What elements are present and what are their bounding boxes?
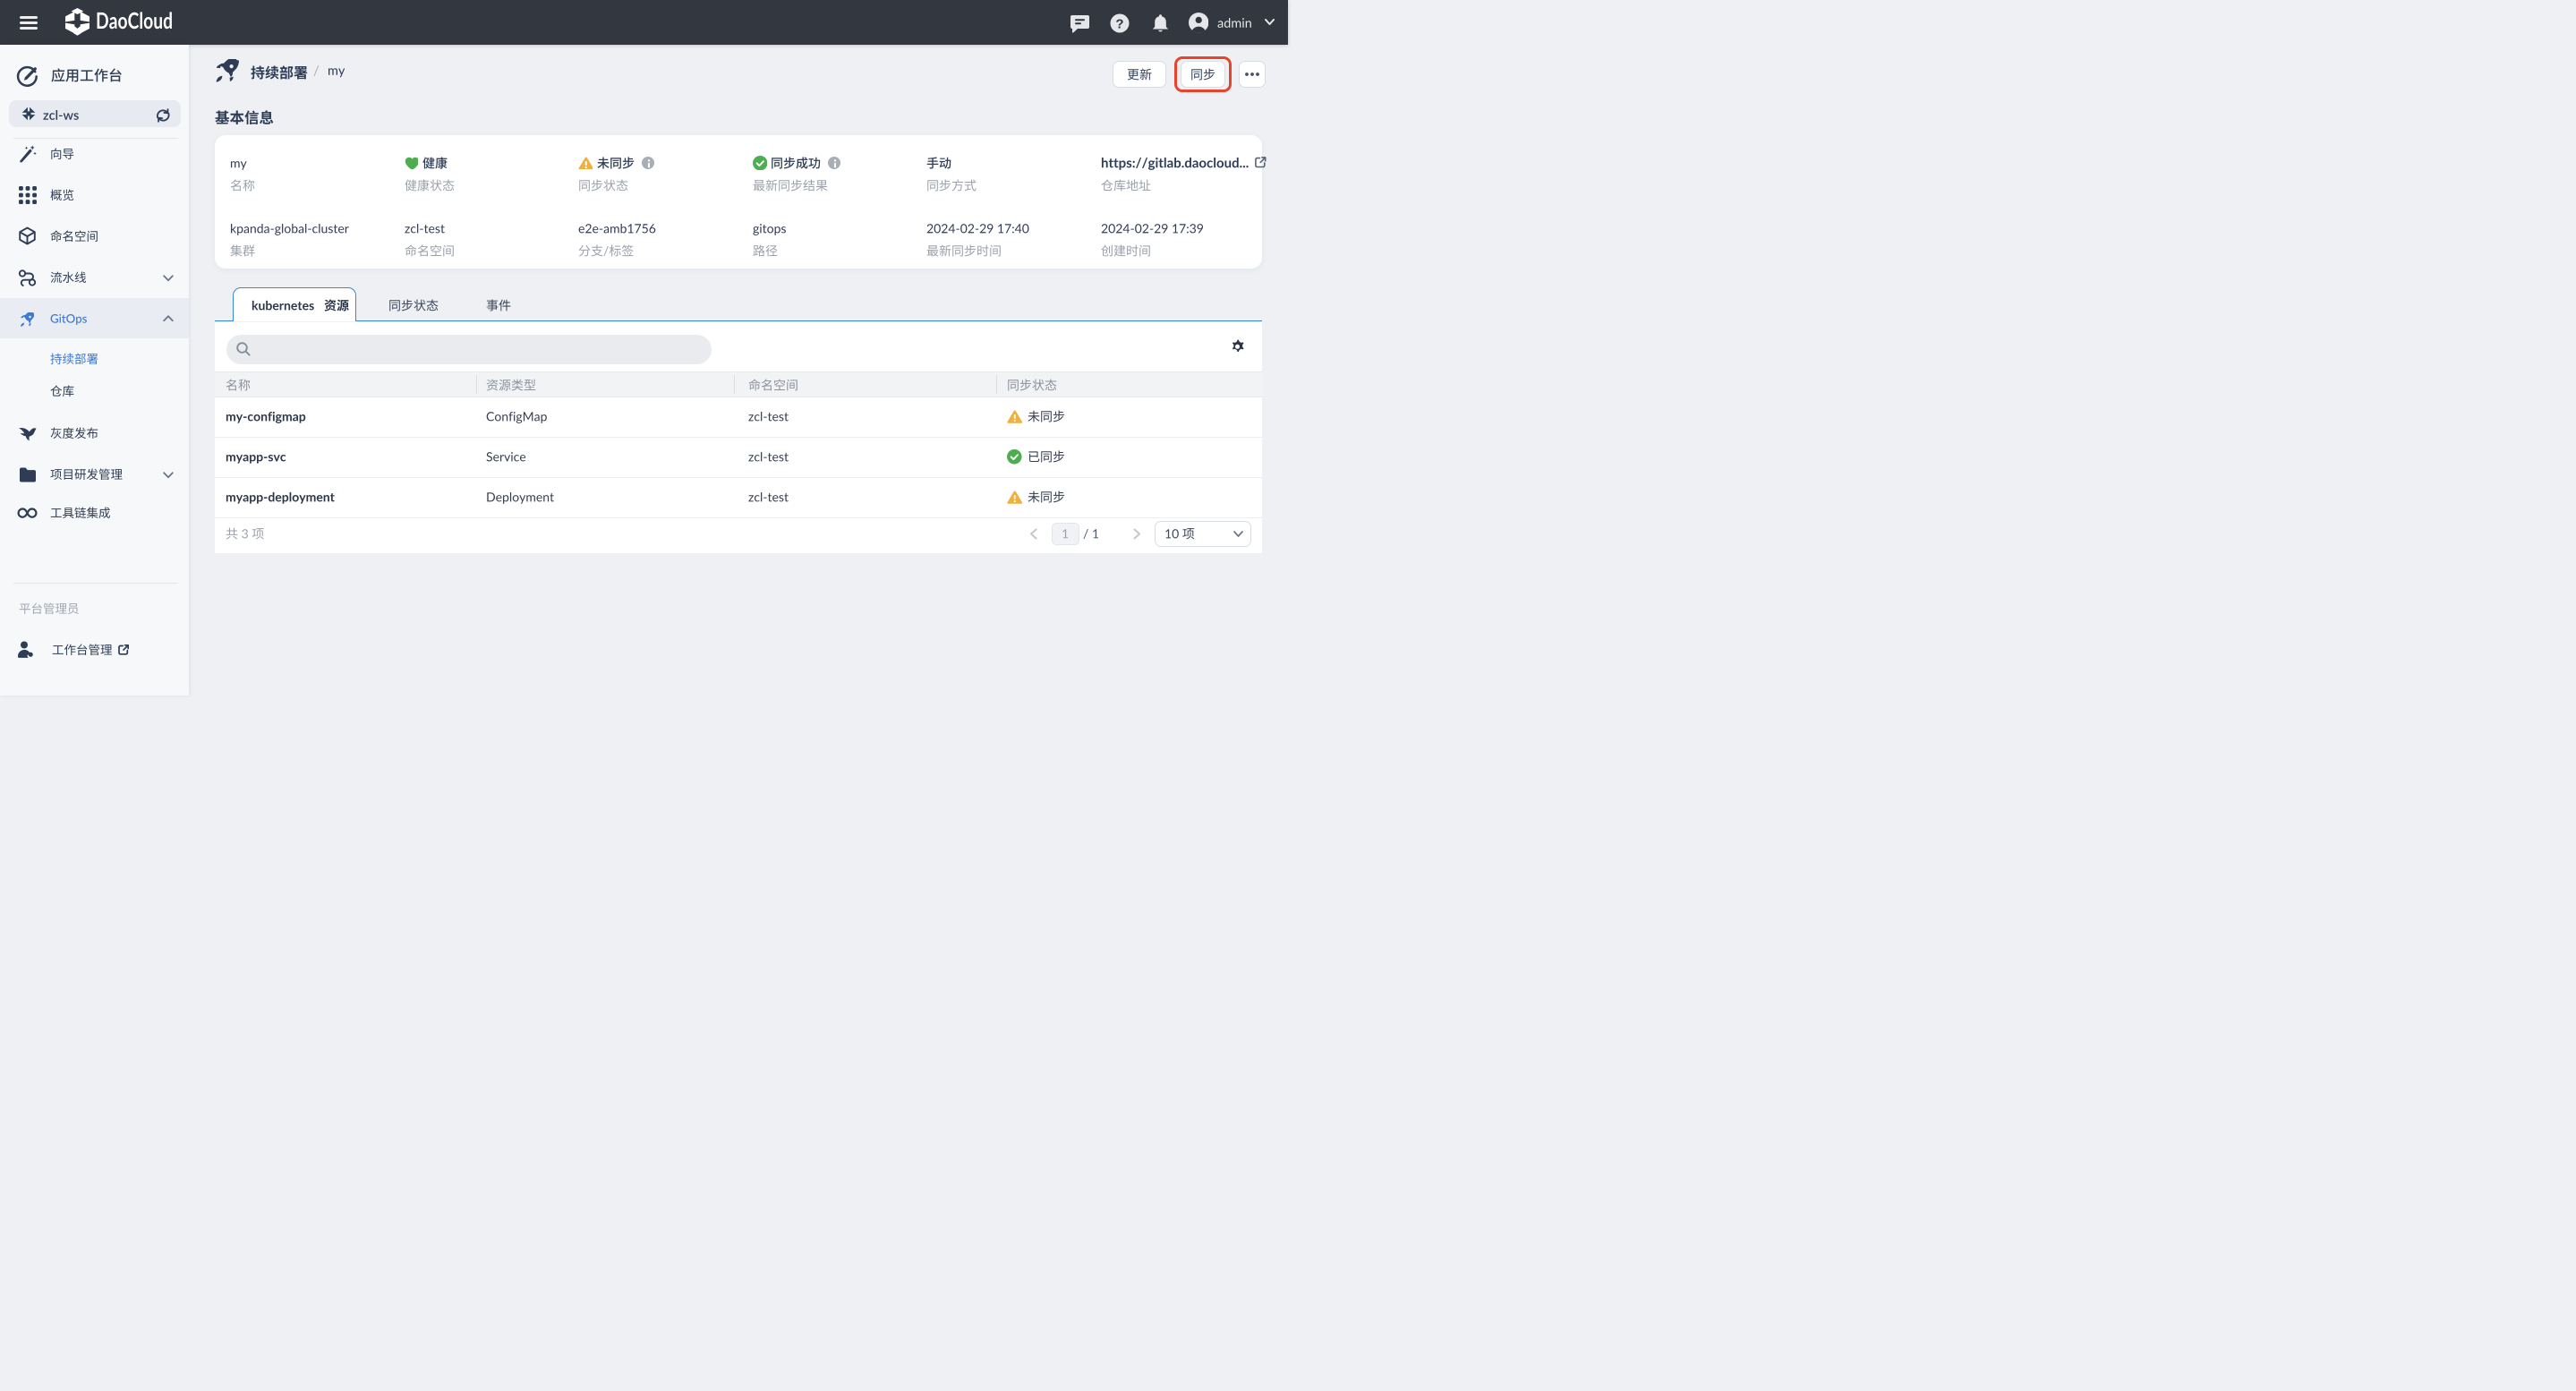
svg-text:?: ?	[1115, 16, 1123, 31]
